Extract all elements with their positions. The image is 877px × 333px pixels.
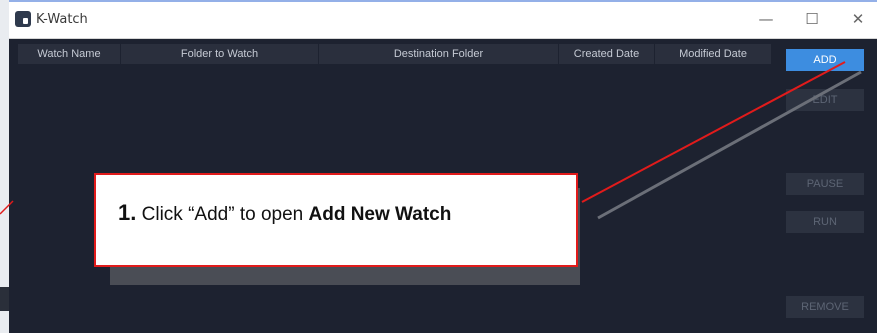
column-header-folder-to-watch[interactable]: Folder to Watch	[121, 44, 319, 64]
instruction-callout: 1. Click “Add” to open Add New Watch	[94, 173, 578, 267]
remove-button[interactable]: REMOVE	[786, 296, 864, 318]
desktop-edge	[0, 0, 9, 333]
table-header: Watch Name Folder to Watch Destination F…	[18, 44, 771, 64]
add-button[interactable]: ADD	[786, 49, 864, 71]
title-bar-accent	[9, 0, 877, 2]
maximize-icon[interactable]: ☐	[797, 9, 827, 29]
callout-text: 1. Click “Add” to open Add New Watch	[118, 200, 451, 226]
callout-step-number: 1.	[118, 200, 137, 225]
window-title: K-Watch	[36, 12, 88, 27]
column-header-created-date[interactable]: Created Date	[559, 44, 655, 64]
title-bar[interactable]: K-Watch — ☐ ✕	[9, 0, 877, 39]
edit-button[interactable]: EDIT	[786, 89, 864, 111]
minimize-icon[interactable]: —	[751, 9, 781, 29]
column-header-destination-folder[interactable]: Destination Folder	[319, 44, 559, 64]
callout-instruction: Click “Add” to open	[136, 204, 309, 225]
column-header-watch-name[interactable]: Watch Name	[18, 44, 121, 64]
column-header-modified-date[interactable]: Modified Date	[655, 44, 771, 64]
desktop-edge-strip	[0, 287, 9, 311]
run-button[interactable]: RUN	[786, 211, 864, 233]
close-icon[interactable]: ✕	[843, 9, 873, 29]
pause-button[interactable]: PAUSE	[786, 173, 864, 195]
callout-emphasis: Add New Watch	[308, 204, 452, 225]
app-icon	[15, 11, 31, 27]
